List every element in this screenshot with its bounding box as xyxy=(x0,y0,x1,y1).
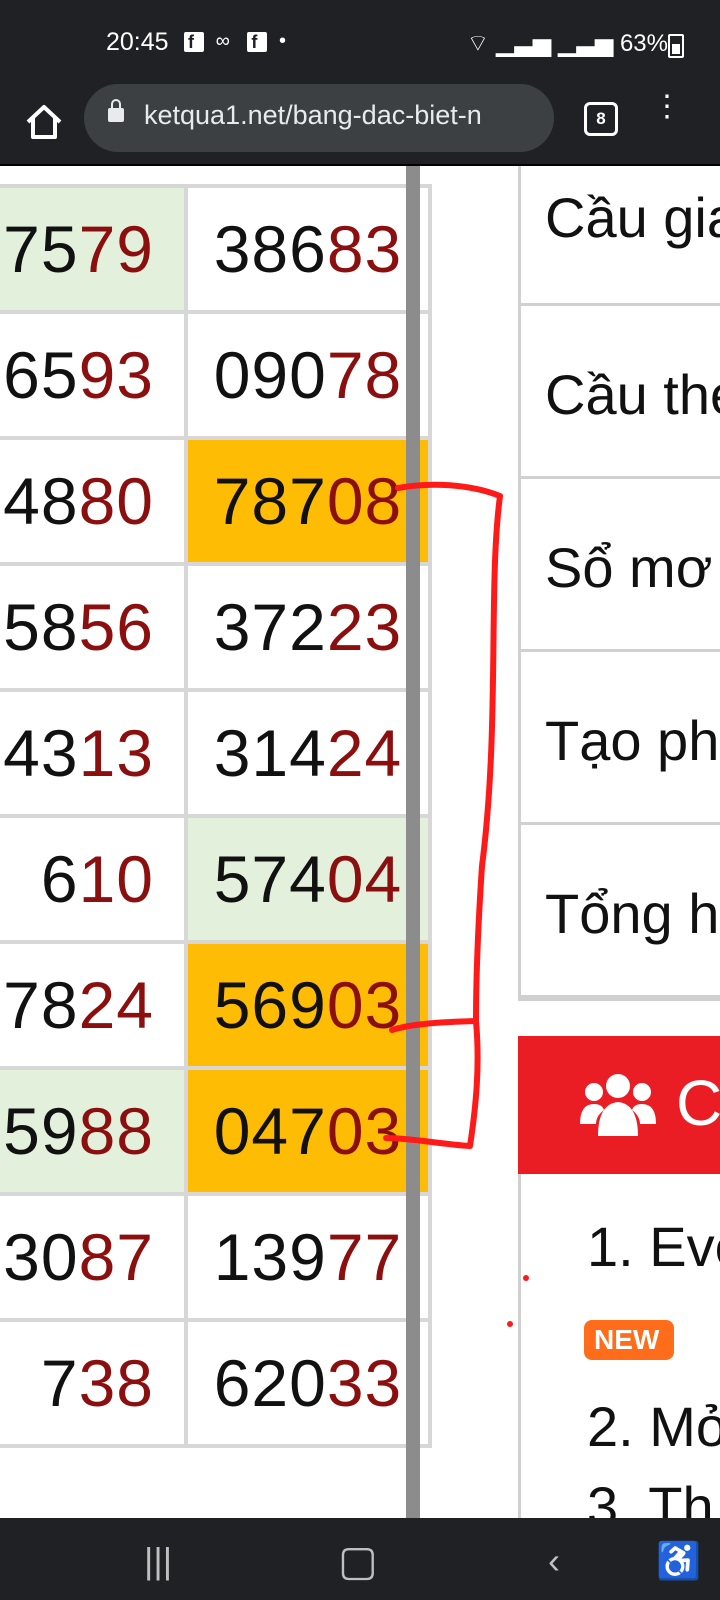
facebook-icon: f xyxy=(247,31,268,52)
home-nav-icon[interactable]: ▢ xyxy=(338,1536,378,1585)
browser-toolbar: ketqua1.net/bang-dac-biet-n 8 ⋮ xyxy=(0,84,720,166)
recent-apps-icon[interactable]: ||| xyxy=(144,1540,172,1582)
page-content: 7579 38683 6593 09078 4880 78708 5856 37223 4313… xyxy=(0,166,720,1518)
red-bracket-annotation xyxy=(383,481,529,1327)
facebook-icon: f xyxy=(184,31,204,52)
battery-percent: 63% xyxy=(619,30,668,57)
url-text: ketqua1.net/bang-dac-biet-n xyxy=(144,100,482,130)
dot-icon: • xyxy=(278,30,292,52)
tab-switcher-button[interactable]: 8 xyxy=(584,102,618,136)
lock-icon xyxy=(108,99,124,122)
link-icon: ∞ xyxy=(215,30,236,52)
wifi-icon: ⌔ xyxy=(466,30,490,57)
system-nav-bar: ||| ▢ ‹ ♿ xyxy=(0,1518,720,1600)
more-options-icon[interactable]: ⋮ xyxy=(652,92,682,140)
address-bar[interactable]: ketqua1.net/bang-dac-biet-n xyxy=(84,84,554,152)
notification-icons: f ∞ f • xyxy=(184,30,292,53)
clock: 20:45 xyxy=(106,28,169,56)
system-icons: ⌔ ▁▃▅ ▁▃▅ 63% xyxy=(467,28,668,58)
signal-icon: ▁▃▅ xyxy=(557,30,614,57)
back-icon[interactable]: ‹ xyxy=(548,1540,560,1582)
signal-icon: ▁▃▅ xyxy=(495,30,552,57)
battery-icon xyxy=(668,34,684,58)
home-icon[interactable] xyxy=(24,102,64,142)
status-bar: 20:45 f ∞ f • ⌔ ▁▃▅ ▁▃▅ 63% xyxy=(0,0,720,84)
accessibility-icon[interactable]: ♿ xyxy=(656,1540,701,1582)
